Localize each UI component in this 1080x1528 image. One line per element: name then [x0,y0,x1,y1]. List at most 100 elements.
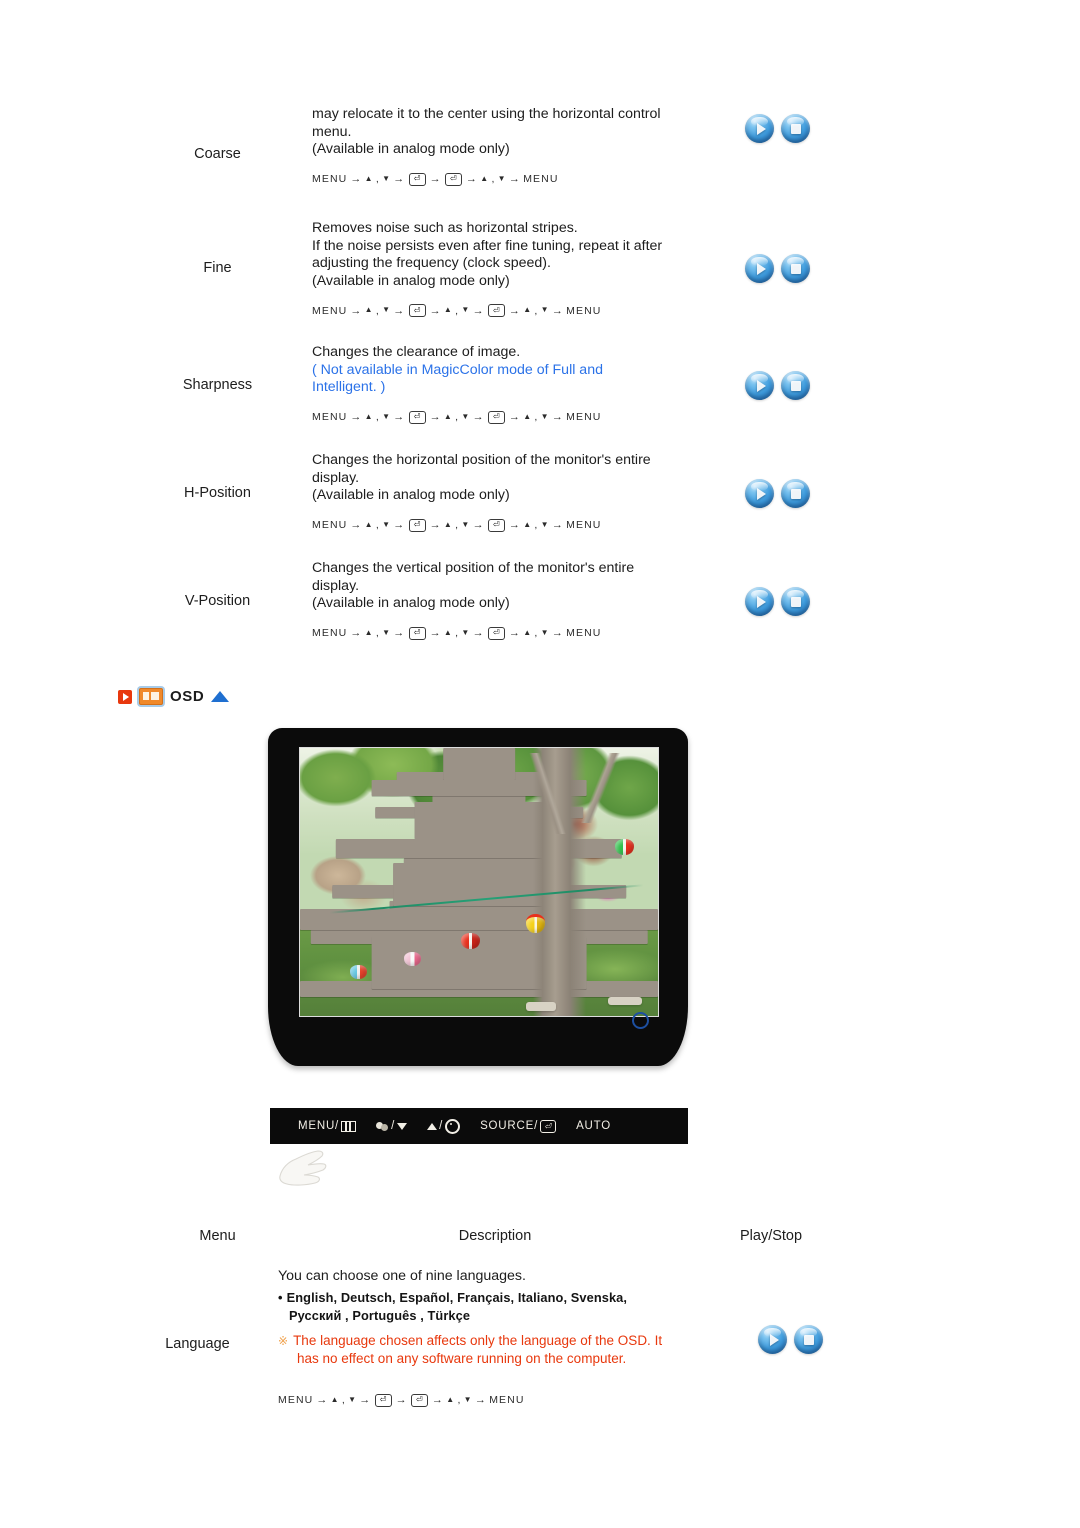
desc-line: ( Not available in MagicColor mode of Fu… [312,361,603,378]
monitor-icon [139,688,163,705]
nav-sequence: MENU → ▲, ▼ → ⏎ → ▲, ▼ → ⏎ → ▲, ▼ → MENU [312,518,602,532]
desc-line: menu. [312,123,352,140]
lantern [461,932,481,949]
magiccolor-icon [376,1121,389,1131]
monitor-bezel [268,728,688,1066]
spec-description: Changes the horizontal position of the m… [312,452,712,532]
lantern [350,965,368,980]
desc-line: Removes noise such as horizontal stripes… [312,220,578,236]
spec-label: Coarse [194,146,241,162]
stop-button[interactable] [781,371,810,400]
triangle-up-icon [427,1122,438,1130]
enter-key-icon: ⏎ [408,304,426,317]
play-stop-buttons[interactable] [745,371,810,400]
language-line: Русский , Português , Türkçe [289,1307,471,1323]
play-button[interactable] [745,371,774,400]
enter-key-icon: ⏎ [408,172,426,186]
desc-line: Changes the horizontal position of the m… [312,452,651,468]
enter-key-icon: ⏎ [487,410,505,424]
column-header-menu: Menu [199,1228,236,1244]
nav-sequence: MENU → ▲, ▼ → ⏎ → ▲, ▼ → ⏎ → ▲, ▼ → MENU [312,304,602,317]
bullet-icon: • [278,1289,283,1305]
play-stop-buttons[interactable] [745,114,810,143]
play-square-icon[interactable] [118,689,132,704]
stop-button[interactable] [794,1325,823,1354]
osd-section-heading: OSD [118,688,230,705]
play-button[interactable] [745,587,774,616]
play-button[interactable] [745,479,774,508]
play-stop-buttons[interactable] [745,479,810,508]
enter-key-icon: ⏎ [408,518,426,532]
control-magiccolor-down-button[interactable]: / [376,1120,408,1132]
play-button[interactable] [758,1325,787,1354]
language-line: English, Deutsch, Español, Français, Ita… [286,1289,628,1305]
enter-key-icon: ⏎ [408,626,426,640]
stop-button[interactable] [781,479,810,508]
lantern [403,951,421,966]
play-stop-buttons[interactable] [745,587,810,616]
desc-line: display. [312,577,360,594]
control-menu-button[interactable]: MENU/ [298,1120,357,1132]
nav-sequence: MENU → ▲, ▼ → ⏎ → ⏎ → ▲, ▼ → MENU [312,172,559,186]
spec-label: H-Position [184,485,251,501]
control-label: AUTO [576,1120,611,1132]
lantern [615,839,635,856]
enter-key-icon: ⏎ [487,626,505,640]
desc-line: adjusting the frequency (clock speed). [312,255,551,271]
enter-key-icon: ⏎ [410,1393,428,1407]
desc-line: (Available in analog mode only) [312,487,510,503]
play-button[interactable] [745,114,774,143]
enter-key-icon: ⏎ [487,304,505,317]
warning-line: The language chosen affects only the lan… [293,1332,663,1348]
play-button[interactable] [745,254,774,283]
warning-line: has no effect on any software running on… [297,1350,627,1366]
osd-title: OSD [170,688,205,705]
power-indicator-ring [632,1012,649,1029]
play-stop-buttons[interactable] [758,1325,823,1354]
language-list: • English, Deutsch, Español, Français, It… [278,1289,728,1325]
triangle-down-icon [397,1122,408,1130]
spec-label: V-Position [184,593,251,609]
enter-key-icon: ⏎ [444,172,462,186]
nav-sequence: MENU → ▲, ▼ → ⏎ → ⏎ → ▲, ▼ → MENU [278,1393,525,1407]
desc-line: You can choose one of nine languages. [278,1268,526,1284]
lantern [525,914,545,934]
control-label: / [439,1120,444,1132]
triangle-up-icon[interactable] [211,691,230,702]
spec-description: Removes noise such as horizontal stripes… [312,220,712,317]
enter-key-icon: ⏎ [487,518,505,532]
desc-line: Changes the vertical position of the mon… [312,560,635,576]
nav-sequence: MENU → ▲, ▼ → ⏎ → ▲, ▼ → ⏎ → ▲, ▼ → MENU [312,626,602,640]
menu-label: Language [165,1336,230,1352]
column-header-description: Description [458,1228,532,1244]
desc-line: Intelligent. ) [312,379,386,395]
nav-sequence: MENU → ▲, ▼ → ⏎ → ▲, ▼ → ⏎ → ▲, ▼ → MENU [312,410,602,424]
manual-page: Coarse may relocate it to the center usi… [0,0,1080,1528]
control-label: / [391,1120,396,1132]
monitor-illustration [268,728,688,1088]
desc-line: display. [312,469,360,486]
warning-text: ※ The language chosen affects only the la… [278,1332,728,1350]
enter-key-icon: ⏎ [374,1393,392,1407]
column-header-play-stop: Play/Stop [740,1228,803,1244]
desc-line: (Available in analog mode only) [312,141,510,157]
stop-button[interactable] [781,254,810,283]
brightness-sun-icon [445,1118,461,1134]
control-up-brightness-button[interactable]: / [427,1118,461,1134]
menu-grid-icon [341,1120,357,1132]
stop-button[interactable] [781,114,810,143]
monitor-screen [299,747,659,1017]
stop-button[interactable] [781,587,810,616]
enter-key-icon: ⏎ [408,410,426,424]
control-label: MENU/ [298,1120,340,1132]
warning-mark-icon: ※ [278,1333,289,1348]
spec-description: may relocate it to the center using the … [312,106,712,186]
desc-line: Changes the clearance of image. [312,344,521,360]
control-source-button[interactable]: SOURCE/ ⏎ [480,1119,557,1133]
desc-line: If the noise persists even after fine tu… [312,237,663,254]
spec-label: Fine [203,260,232,276]
language-description: You can choose one of nine languages. • E… [278,1268,728,1407]
hand-pointer-icon [279,1150,327,1186]
play-stop-buttons[interactable] [745,254,810,283]
control-auto-button[interactable]: AUTO [576,1120,611,1132]
